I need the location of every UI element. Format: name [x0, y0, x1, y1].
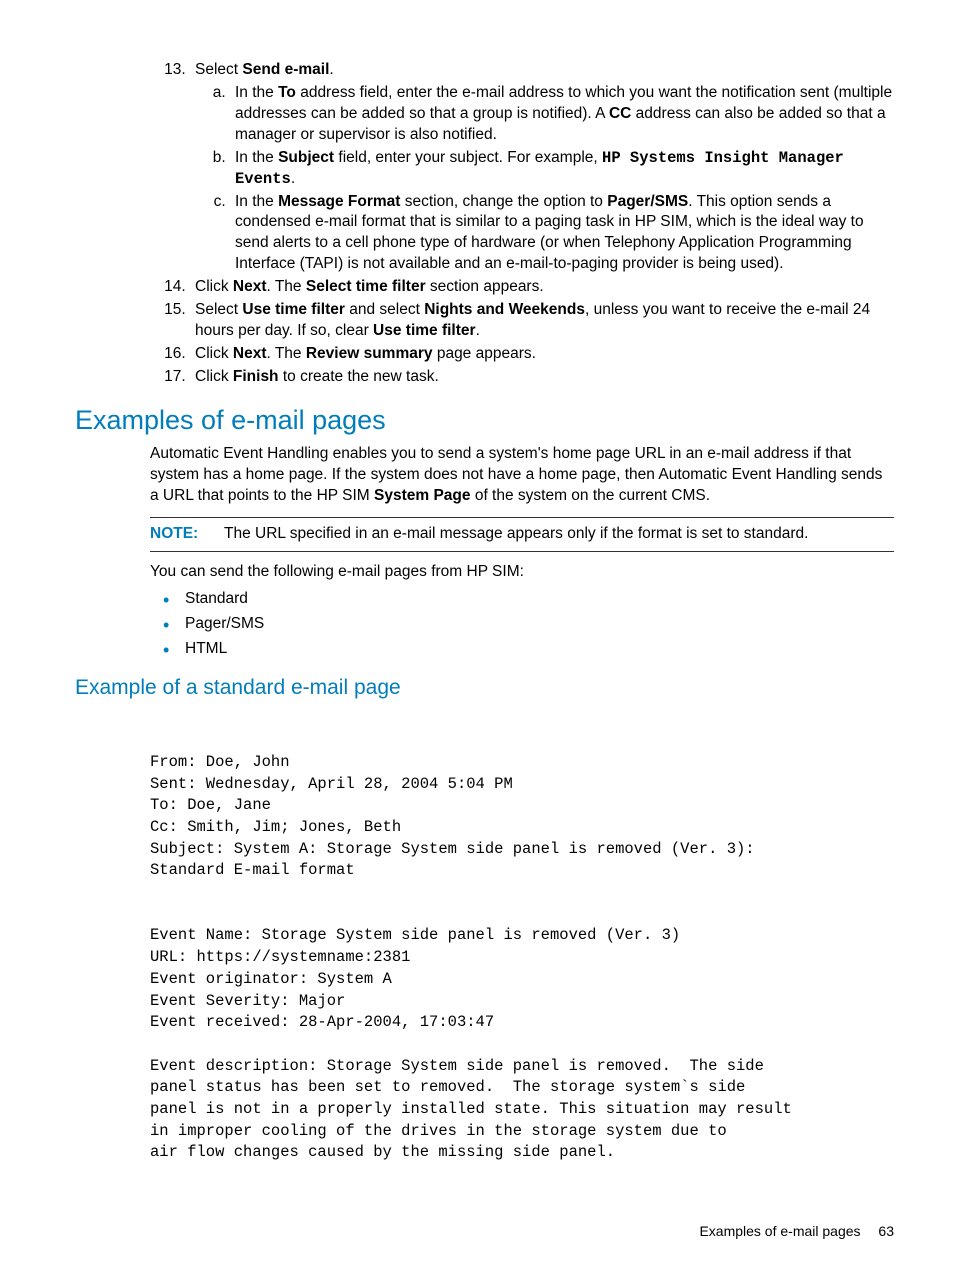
note-block: NOTE: The URL specified in an e-mail mes…	[150, 517, 894, 552]
text: . The	[267, 278, 306, 295]
note-label: NOTE:	[150, 524, 220, 545]
numbered-steps: Select Send e-mail. In the To address fi…	[75, 60, 894, 388]
term-use-time-filter-2: Use time filter	[373, 322, 476, 339]
step-14: Click Next. The Select time filter secti…	[190, 277, 894, 298]
page-number: 63	[878, 1223, 894, 1239]
section1-paragraph: Automatic Event Handling enables you to …	[150, 444, 894, 507]
step-15: Select Use time filter and select Nights…	[190, 300, 894, 342]
term-system-page: System Page	[374, 487, 471, 504]
term-pager-sms: Pager/SMS	[607, 193, 688, 210]
substep-13c: In the Message Format section, change th…	[230, 192, 894, 276]
text: Click	[195, 278, 233, 295]
term-subject: Subject	[278, 149, 334, 166]
term-finish: Finish	[233, 368, 279, 385]
substeps-13: In the To address field, enter the e-mai…	[195, 83, 894, 275]
term-to: To	[278, 84, 296, 101]
text: Select	[195, 301, 242, 318]
text: Click	[195, 345, 233, 362]
email-types-list: Standard Pager/SMS HTML	[150, 589, 894, 660]
text: In the	[235, 193, 278, 210]
text: Click	[195, 368, 233, 385]
list-item-html: HTML	[185, 639, 894, 660]
text: . The	[267, 345, 306, 362]
heading-example-standard-email: Example of a standard e-mail page	[75, 674, 894, 702]
term-cc: CC	[609, 105, 631, 122]
term-next: Next	[233, 278, 267, 295]
text: of the system on the current CMS.	[471, 487, 711, 504]
text: In the	[235, 149, 278, 166]
list-item-standard: Standard	[185, 589, 894, 610]
term-review-summary: Review summary	[306, 345, 433, 362]
step-17: Click Finish to create the new task.	[190, 367, 894, 388]
text: section appears.	[426, 278, 544, 295]
section1-paragraph-2: You can send the following e-mail pages …	[150, 562, 894, 583]
substep-13b: In the Subject field, enter your subject…	[230, 148, 894, 190]
text: section, change the option to	[400, 193, 607, 210]
step-text: .	[329, 61, 333, 78]
footer-section-title: Examples of e-mail pages	[699, 1223, 860, 1239]
substep-13a: In the To address field, enter the e-mai…	[230, 83, 894, 146]
term-nights-weekends: Nights and Weekends	[424, 301, 585, 318]
email-example-block: From: Doe, John Sent: Wednesday, April 2…	[150, 752, 894, 1164]
term-message-format: Message Format	[278, 193, 400, 210]
note-text: The URL specified in an e-mail message a…	[224, 525, 808, 542]
text: .	[291, 170, 295, 187]
term-use-time-filter: Use time filter	[242, 301, 345, 318]
step-16: Click Next. The Review summary page appe…	[190, 344, 894, 365]
text: field, enter your subject. For example,	[334, 149, 602, 166]
text: .	[476, 322, 480, 339]
list-item-pager-sms: Pager/SMS	[185, 614, 894, 635]
page-footer: Examples of e-mail pages 63	[699, 1222, 894, 1241]
text: to create the new task.	[279, 368, 439, 385]
term-send-email: Send e-mail	[242, 61, 329, 78]
step-text: Select	[195, 61, 242, 78]
text: In the	[235, 84, 278, 101]
text: page appears.	[433, 345, 536, 362]
text: and select	[345, 301, 424, 318]
step-13: Select Send e-mail. In the To address fi…	[190, 60, 894, 275]
heading-examples-email-pages: Examples of e-mail pages	[75, 402, 894, 438]
term-next: Next	[233, 345, 267, 362]
term-select-time-filter: Select time filter	[306, 278, 426, 295]
document-page: Select Send e-mail. In the To address fi…	[0, 0, 954, 1271]
